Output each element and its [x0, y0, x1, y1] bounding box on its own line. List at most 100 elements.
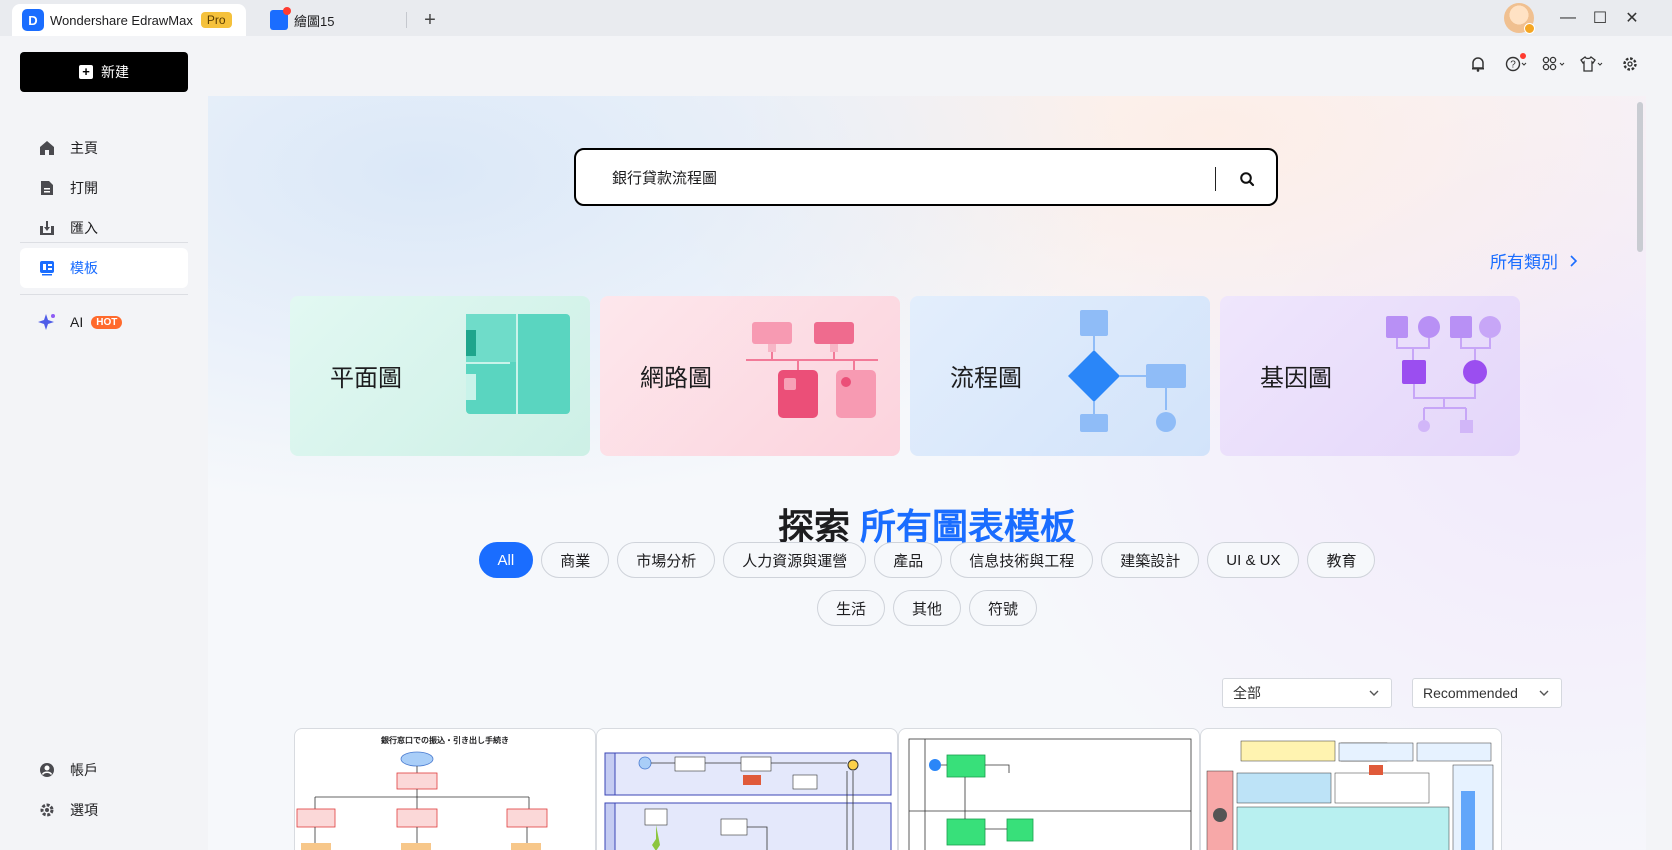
- add-tab-button[interactable]: +: [415, 4, 445, 36]
- heading-part-2: 所有圖表模板: [860, 506, 1077, 547]
- vertical-scrollbar[interactable]: [1634, 96, 1646, 850]
- edrawmax-logo-icon: D: [22, 9, 44, 31]
- minimize-button[interactable]: —: [1552, 0, 1584, 36]
- template-thumbnail-architecture: [1206, 740, 1497, 850]
- chevron-down-icon: [1369, 690, 1379, 696]
- sidebar: + 新建 主頁 打開 匯入 模板 AI HOT 帳戶 選項: [0, 36, 208, 850]
- sidebar-item-ai[interactable]: AI HOT: [20, 302, 188, 342]
- svg-text:?: ?: [1510, 60, 1516, 71]
- tab-divider: [406, 12, 407, 28]
- tab-home[interactable]: D Wondershare EdrawMax Pro: [12, 4, 246, 36]
- category-label: 基因圖: [1260, 365, 1332, 392]
- filter-chip-all[interactable]: All: [478, 542, 534, 578]
- new-button-label: 新建: [101, 64, 129, 80]
- template-card[interactable]: [1200, 728, 1502, 850]
- category-filter-row: All 商業 市場分析 人力資源與運營 產品 信息技術與工程 建築設計 UI &…: [208, 542, 1646, 578]
- search-input[interactable]: [576, 150, 1176, 204]
- filter-chip-ui-ux[interactable]: UI & UX: [1207, 542, 1300, 578]
- sidebar-item-templates[interactable]: 模板: [20, 248, 188, 288]
- all-categories-label: 所有類別: [1490, 253, 1558, 272]
- sort-dropdown[interactable]: Recommended: [1412, 678, 1562, 708]
- sidebar-item-open[interactable]: 打開: [20, 168, 188, 208]
- new-button[interactable]: + 新建: [20, 52, 188, 92]
- template-thumbnail-bank-flow: [296, 751, 548, 850]
- filter-chip-it-engineering[interactable]: 信息技術與工程: [950, 542, 1094, 578]
- close-window-button[interactable]: ✕: [1616, 0, 1648, 36]
- window-controls: — ☐ ✕: [1504, 0, 1672, 36]
- sidebar-item-label: 選項: [70, 802, 98, 818]
- document-tab-label: 繪圖15: [294, 13, 335, 29]
- sort-dropdown-value: Recommended: [1423, 685, 1518, 701]
- help-notification-dot: [1520, 53, 1526, 59]
- flowchart-illustration-icon: [1068, 310, 1186, 432]
- scrollbar-thumb[interactable]: [1637, 102, 1643, 252]
- sidebar-divider: [20, 242, 188, 243]
- sidebar-item-label: 匯入: [70, 220, 98, 236]
- template-icon: [38, 259, 56, 277]
- sidebar-item-label: 主頁: [70, 140, 98, 156]
- category-label: 平面圖: [330, 365, 402, 392]
- user-avatar[interactable]: [1504, 3, 1535, 34]
- sidebar-divider: [20, 294, 188, 295]
- search-divider: [1215, 167, 1216, 191]
- document-icon: [270, 7, 291, 30]
- chevron-down-icon: [1539, 690, 1549, 696]
- help-icon[interactable]: ?: [1504, 52, 1528, 76]
- category-filter-row-2: 生活 其他 符號: [208, 590, 1646, 626]
- search-button[interactable]: [1232, 164, 1262, 194]
- sidebar-item-label: 打開: [70, 180, 98, 196]
- filter-chip-architecture[interactable]: 建築設計: [1101, 542, 1200, 578]
- import-icon: [38, 219, 56, 237]
- gear-icon: [38, 801, 56, 819]
- notification-bell-icon[interactable]: [1466, 52, 1490, 76]
- category-card-genogram[interactable]: 基因圖: [1220, 296, 1520, 456]
- all-categories-link[interactable]: 所有類別: [1490, 248, 1582, 273]
- template-panel: 所有類別 平面圖 網路圖: [208, 96, 1646, 850]
- filter-chip-business[interactable]: 商業: [541, 542, 610, 578]
- maximize-button[interactable]: ☐: [1584, 0, 1616, 36]
- template-card[interactable]: 銀行窓口での振込・引き出し手続き: [294, 728, 596, 850]
- hot-badge: HOT: [91, 315, 123, 329]
- category-label: 網路圖: [640, 365, 712, 392]
- filter-chip-other[interactable]: 其他: [892, 590, 961, 626]
- filter-chip-symbols[interactable]: 符號: [969, 590, 1038, 626]
- category-card-flowchart[interactable]: 流程圖: [910, 296, 1210, 456]
- sidebar-item-label: 模板: [70, 260, 98, 276]
- settings-gear-icon[interactable]: [1618, 52, 1642, 76]
- template-thumbnail-swimlane: [604, 752, 892, 850]
- filter-chip-life[interactable]: 生活: [816, 590, 885, 626]
- category-label: 流程圖: [950, 365, 1022, 392]
- template-search-box: [574, 148, 1278, 206]
- sidebar-item-label: 帳戶: [70, 762, 98, 778]
- apps-grid-icon[interactable]: [1542, 52, 1566, 76]
- open-file-icon: [38, 179, 56, 197]
- tab-document[interactable]: 繪圖15: [256, 4, 406, 36]
- chevron-right-icon: [1570, 254, 1578, 267]
- template-card[interactable]: [596, 728, 898, 850]
- floor-plan-illustration-icon: [466, 314, 570, 414]
- scope-dropdown[interactable]: 全部: [1222, 678, 1392, 708]
- top-toolbar: ?: [1466, 52, 1642, 76]
- sidebar-item-label: AI: [70, 314, 84, 330]
- pro-badge: Pro: [200, 12, 232, 28]
- filter-chip-market-analysis[interactable]: 市場分析: [617, 542, 716, 578]
- category-card-network[interactable]: 網路圖: [600, 296, 900, 456]
- network-illustration-icon: [746, 322, 878, 418]
- sidebar-item-account[interactable]: 帳戶: [20, 750, 188, 790]
- title-bar: D Wondershare EdrawMax Pro 繪圖15 + — ☐ ✕: [0, 0, 1672, 36]
- ai-sparkle-icon: [38, 313, 56, 331]
- filter-chip-education[interactable]: 教育: [1307, 542, 1376, 578]
- account-icon: [38, 761, 56, 779]
- search-icon: [1240, 172, 1255, 187]
- template-card[interactable]: [898, 728, 1200, 850]
- filter-chip-product[interactable]: 產品: [874, 542, 943, 578]
- theme-shirt-icon[interactable]: [1580, 52, 1604, 76]
- template-thumbnail-green-flow: [908, 738, 1192, 850]
- filter-chip-hr-operations[interactable]: 人力資源與運營: [723, 542, 867, 578]
- category-card-floor-plan[interactable]: 平面圖: [290, 296, 590, 456]
- heading-part-1: 探索: [777, 506, 850, 547]
- sidebar-item-home[interactable]: 主頁: [20, 128, 188, 168]
- app-name: Wondershare EdrawMax: [50, 12, 193, 28]
- scope-dropdown-value: 全部: [1233, 685, 1261, 701]
- sidebar-item-options[interactable]: 選項: [20, 790, 188, 830]
